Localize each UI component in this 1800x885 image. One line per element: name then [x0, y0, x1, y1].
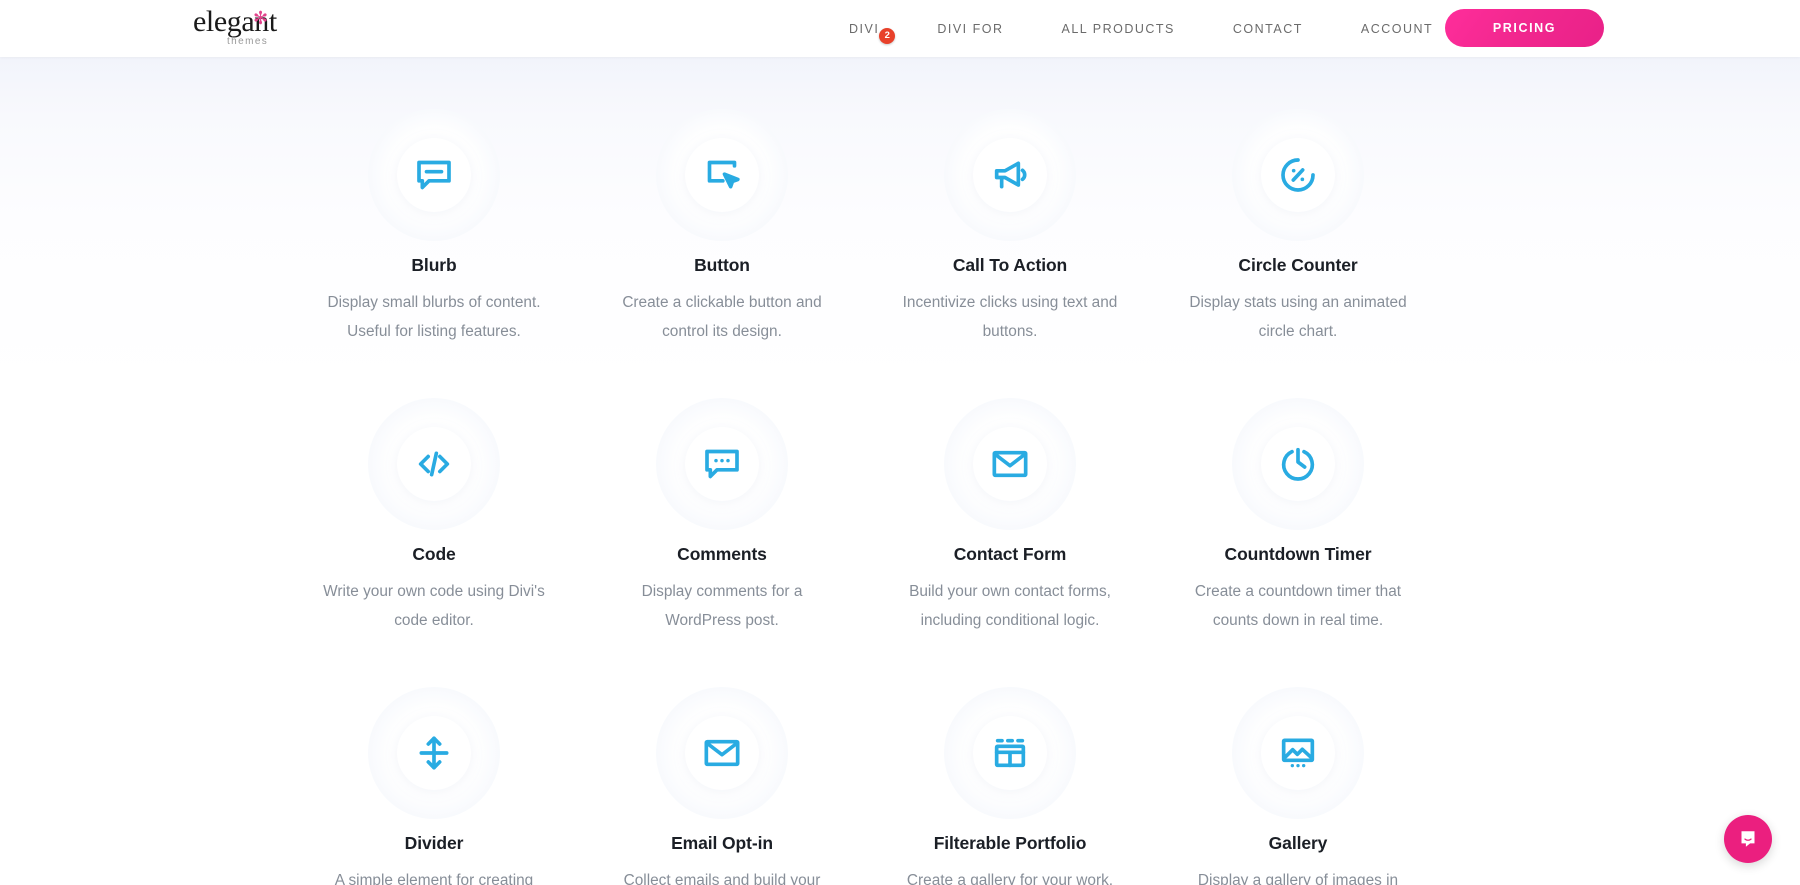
elegant-themes-logo[interactable]: elegant ✻ themes: [193, 7, 285, 51]
module-card-blurb[interactable]: Blurb Display small blurbs of content. U…: [290, 57, 578, 346]
module-description: Create a clickable button and control it…: [578, 288, 866, 346]
speech-bubble-dots-icon: [685, 427, 759, 501]
module-card-comments[interactable]: Comments Display comments for a WordPres…: [578, 346, 866, 635]
percent-circle-icon: [1261, 138, 1335, 212]
filter-grid-icon: [973, 716, 1047, 790]
nav-item-account[interactable]: ACCOUNT: [1332, 22, 1462, 36]
icon-halo: [656, 687, 788, 819]
chat-bubble-icon: [1736, 827, 1760, 851]
icon-halo: [944, 687, 1076, 819]
module-description: Collect emails and build your newsletter…: [578, 866, 866, 885]
module-description: Display stats using an animated circle c…: [1154, 288, 1442, 346]
speech-bubble-line-icon: [397, 138, 471, 212]
module-title: Divider: [290, 833, 578, 854]
modules-row: Blurb Display small blurbs of content. U…: [290, 57, 1510, 346]
asterisk-icon: ✻: [253, 9, 268, 27]
icon-halo: [1232, 687, 1364, 819]
module-card-call-to-action[interactable]: Call To Action Incentivize clicks using …: [866, 57, 1154, 346]
module-card-gallery[interactable]: Gallery Display a gallery of images in d…: [1154, 635, 1442, 885]
module-card-button[interactable]: Button Create a clickable button and con…: [578, 57, 866, 346]
module-description: Display small blurbs of content. Useful …: [290, 288, 578, 346]
pricing-button[interactable]: PRICING: [1445, 9, 1604, 47]
icon-halo: [1232, 398, 1364, 530]
icon-halo: [656, 398, 788, 530]
module-description: Create a gallery for your work, includin…: [866, 866, 1154, 885]
icon-halo: [368, 398, 500, 530]
module-title: Circle Counter: [1154, 255, 1442, 276]
module-description: Display comments for a WordPress post.: [578, 577, 866, 635]
module-title: Call To Action: [866, 255, 1154, 276]
module-card-filterable-portfolio[interactable]: Filterable Portfolio Create a gallery fo…: [866, 635, 1154, 885]
module-description: Display a gallery of images in different…: [1154, 866, 1442, 885]
nav-item-divi-for[interactable]: DIVI FOR: [908, 22, 1032, 36]
modules-row: Divider A simple element for creating ve…: [290, 635, 1510, 885]
module-card-email-optin[interactable]: Email Opt-in Collect emails and build yo…: [578, 635, 866, 885]
logo-subtext: themes: [227, 36, 268, 47]
nav-item-all-products[interactable]: ALL PRODUCTS: [1032, 22, 1203, 36]
button-cursor-icon: [685, 138, 759, 212]
icon-halo: [656, 109, 788, 241]
modules-row: Code Write your own code using Divi's co…: [290, 346, 1510, 635]
module-title: Countdown Timer: [1154, 544, 1442, 565]
envelope-icon: [973, 427, 1047, 501]
logo-wordmark: elegant: [193, 7, 285, 37]
module-description: Incentivize clicks using text and button…: [866, 288, 1154, 346]
module-card-contact-form[interactable]: Contact Form Build your own contact form…: [866, 346, 1154, 635]
module-description: Create a countdown timer that counts dow…: [1154, 577, 1442, 635]
module-card-circle-counter[interactable]: Circle Counter Display stats using an an…: [1154, 57, 1442, 346]
icon-halo: [368, 687, 500, 819]
nav-item-label: DIVI: [849, 22, 879, 36]
envelope-icon: [685, 716, 759, 790]
module-card-countdown-timer[interactable]: Countdown Timer Create a countdown timer…: [1154, 346, 1442, 635]
image-gallery-icon: [1261, 716, 1335, 790]
module-title: Filterable Portfolio: [866, 833, 1154, 854]
main-navigation: DIVI 2 DIVI FOR ALL PRODUCTS CONTACT ACC…: [820, 0, 1462, 57]
module-description: A simple element for creating vertical s…: [290, 866, 578, 885]
icon-halo: [944, 398, 1076, 530]
nav-item-contact[interactable]: CONTACT: [1204, 22, 1332, 36]
modules-section: Blurb Display small blurbs of content. U…: [0, 57, 1800, 885]
module-description: Build your own contact forms, including …: [866, 577, 1154, 635]
notification-badge: 2: [879, 28, 895, 44]
module-title: Button: [578, 255, 866, 276]
vertical-arrows-divider-icon: [397, 716, 471, 790]
module-title: Blurb: [290, 255, 578, 276]
module-title: Code: [290, 544, 578, 565]
icon-halo: [368, 109, 500, 241]
icon-halo: [1232, 109, 1364, 241]
modules-grid: Blurb Display small blurbs of content. U…: [290, 57, 1510, 885]
timer-clock-icon: [1261, 427, 1335, 501]
chat-launcher-button[interactable]: [1724, 815, 1772, 863]
module-title: Gallery: [1154, 833, 1442, 854]
megaphone-icon: [973, 138, 1047, 212]
site-header: elegant ✻ themes DIVI 2 DIVI FOR ALL PRO…: [0, 0, 1800, 57]
module-title: Email Opt-in: [578, 833, 866, 854]
module-title: Contact Form: [866, 544, 1154, 565]
icon-halo: [944, 109, 1076, 241]
module-card-divider[interactable]: Divider A simple element for creating ve…: [290, 635, 578, 885]
module-description: Write your own code using Divi's code ed…: [290, 577, 578, 635]
module-title: Comments: [578, 544, 866, 565]
module-card-code[interactable]: Code Write your own code using Divi's co…: [290, 346, 578, 635]
nav-item-divi[interactable]: DIVI 2: [820, 22, 908, 36]
code-brackets-icon: [397, 427, 471, 501]
